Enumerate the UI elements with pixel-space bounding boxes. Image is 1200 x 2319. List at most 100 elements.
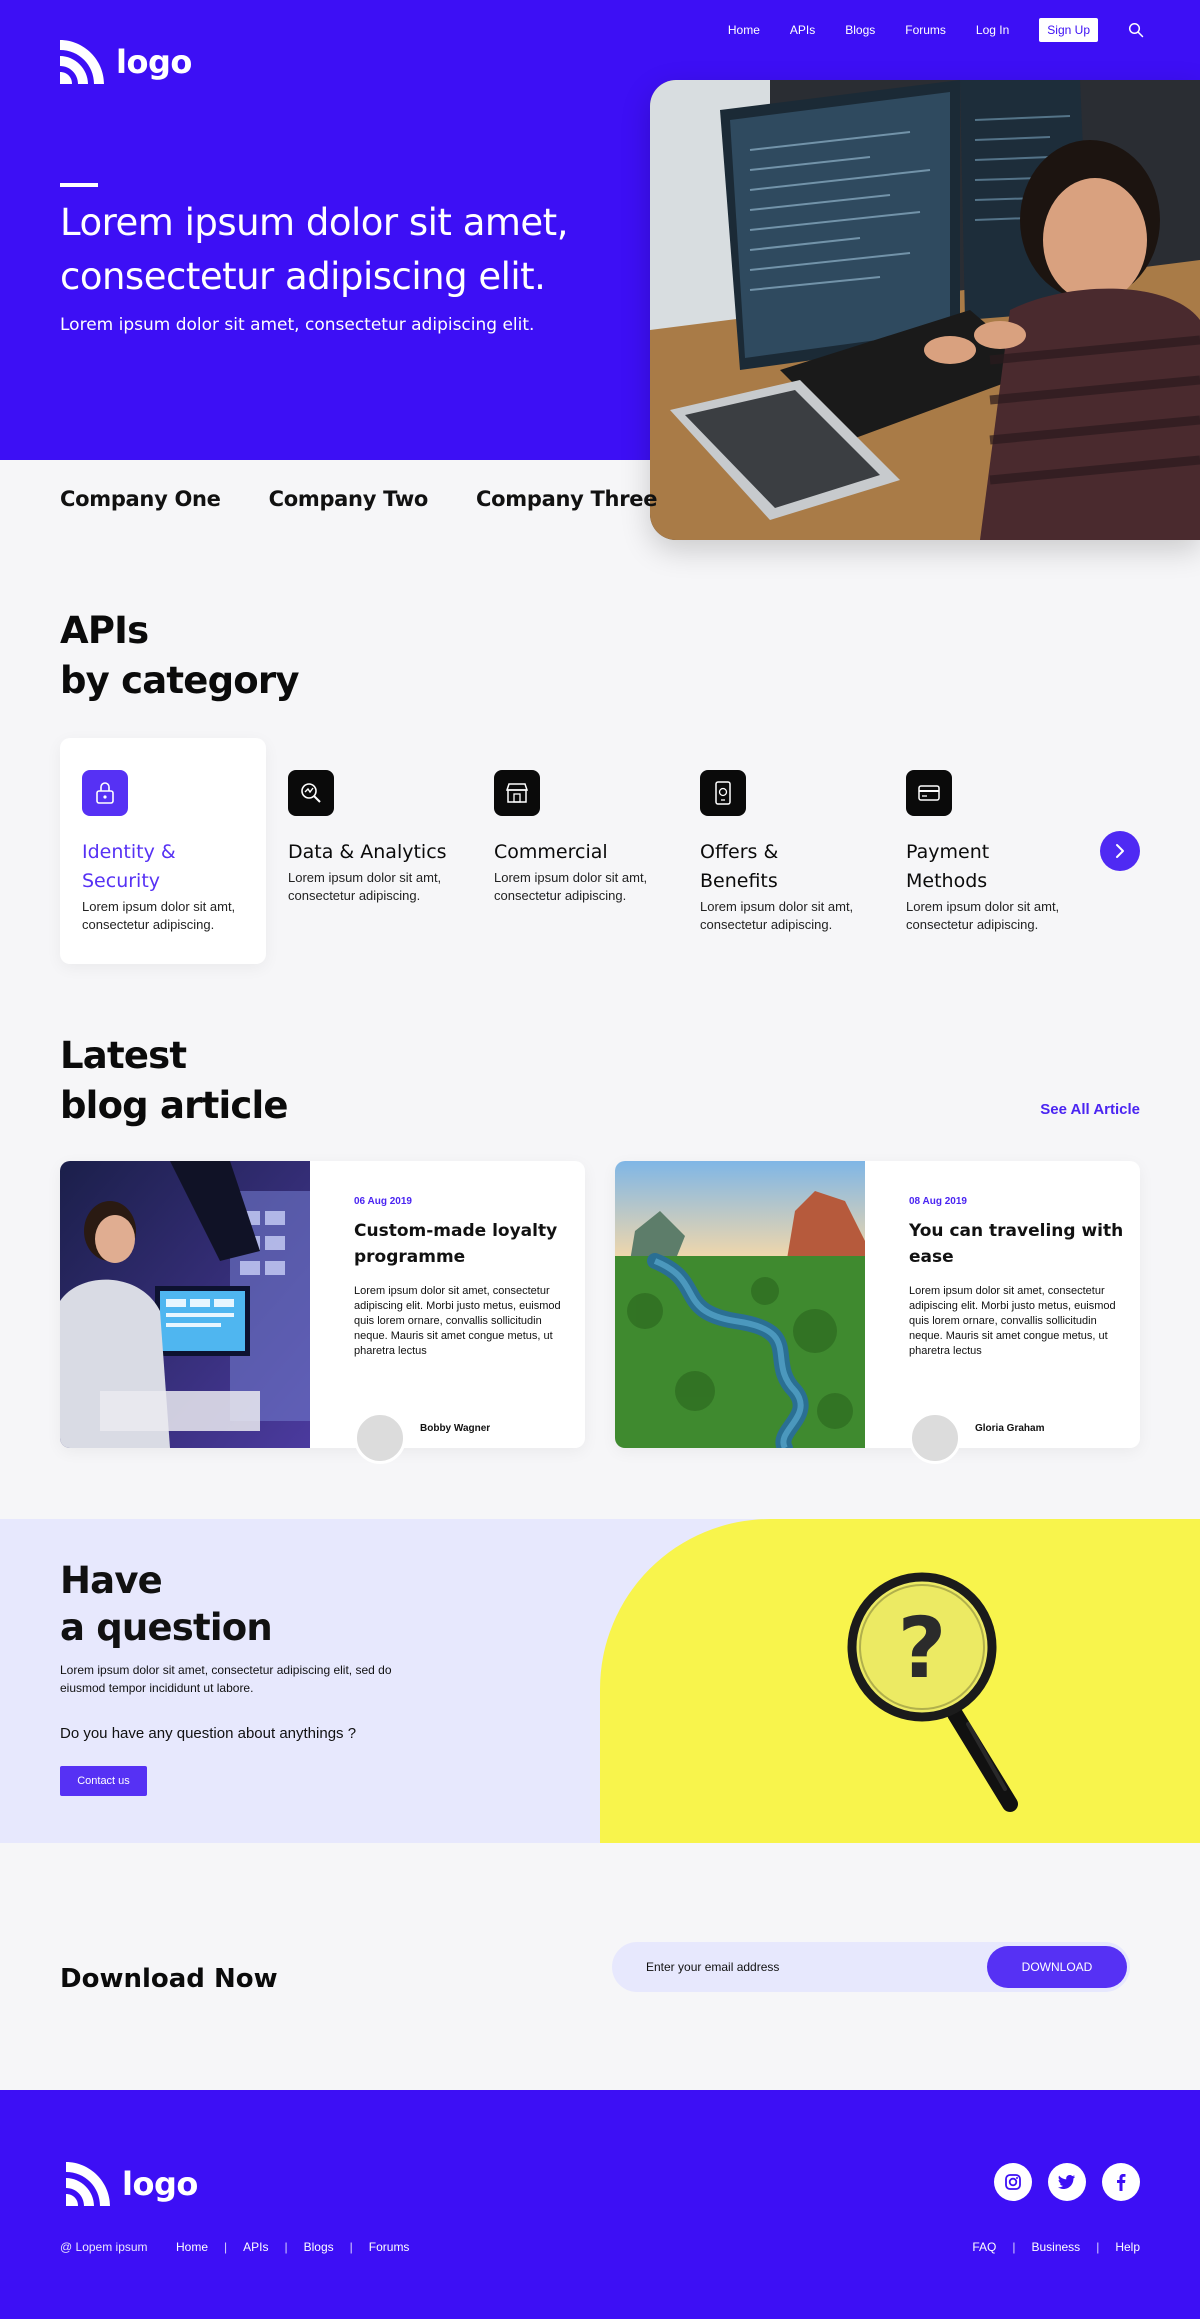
footer-link-faq[interactable]: FAQ xyxy=(972,2240,996,2254)
category-data-analytics[interactable]: Data & Analytics Lorem ipsum dolor sit a… xyxy=(266,738,472,964)
download-title-bold: Download xyxy=(60,1964,205,1994)
blog-section-title: Latest blog article xyxy=(60,1031,288,1131)
blog-author: Gloria Graham xyxy=(975,1423,1045,1434)
blog-card-2[interactable]: 08 Aug 2019 You can traveling with ease … xyxy=(615,1161,1140,1464)
nav-forums[interactable]: Forums xyxy=(905,23,946,37)
footer-nav-right: FAQ | Business | Help xyxy=(972,2240,1140,2254)
lock-icon xyxy=(82,770,128,816)
blog-date: 08 Aug 2019 xyxy=(909,1196,967,1207)
blog-title[interactable]: You can traveling with ease xyxy=(909,1218,1129,1270)
category-desc: Lorem ipsum dolor sit amt, consectetur a… xyxy=(82,899,236,932)
credit-card-icon xyxy=(906,770,952,816)
category-offers-benefits[interactable]: Offers & Benefits Lorem ipsum dolor sit … xyxy=(678,738,884,964)
category-name: Data & Analytics xyxy=(288,841,447,863)
category-carousel: Identity & Security Lorem ipsum dolor si… xyxy=(60,738,1140,964)
company-one: Company One xyxy=(60,487,221,511)
search-icon[interactable] xyxy=(1128,22,1144,38)
download-title-rest: Now xyxy=(204,1964,278,1994)
nav-home[interactable]: Home xyxy=(728,23,760,37)
category-desc: Lorem ipsum dolor sit amt, consectetur a… xyxy=(494,870,648,903)
nav-login[interactable]: Log In xyxy=(976,23,1009,37)
divider: | xyxy=(1096,2240,1100,2254)
nav-apis[interactable]: APIs xyxy=(790,23,815,37)
social-links xyxy=(994,2163,1140,2201)
question-title-line1: Have xyxy=(60,1559,163,1602)
footer-nav-left: Home | APIs | Blogs | Forums xyxy=(176,2240,409,2254)
hero-title: Lorem ipsum dolor sit amet, consectetur … xyxy=(60,201,568,298)
category-desc: Lorem ipsum dolor sit amt, consectetur a… xyxy=(906,899,1060,932)
footer: logo @ Lopem ipsum Home | APIs | Blogs | Fo… xyxy=(0,2090,1200,2319)
twitter-icon[interactable] xyxy=(1048,2163,1086,2201)
category-identity-security[interactable]: Identity & Security Lorem ipsum dolor si… xyxy=(60,738,266,964)
avatar xyxy=(354,1412,406,1464)
logo-mark-icon xyxy=(60,40,104,84)
blog-date: 06 Aug 2019 xyxy=(354,1196,412,1207)
question-mark-icon: ? xyxy=(898,1599,947,1697)
blog-image-developer xyxy=(60,1161,310,1448)
category-commercial[interactable]: Commercial Lorem ipsum dolor sit amt, co… xyxy=(472,738,678,964)
footer-link-blogs[interactable]: Blogs xyxy=(304,2240,334,2254)
blog-excerpt: Lorem ipsum dolor sit amet, consectetur … xyxy=(909,1285,1116,1357)
category-name: Identity & Security xyxy=(82,841,176,892)
blog-title-line1: Latest xyxy=(60,1034,187,1077)
blog-title-line2: blog article xyxy=(60,1084,288,1127)
category-desc: Lorem ipsum dolor sit amt, consectetur a… xyxy=(288,870,442,903)
hero-subtitle: Lorem ipsum dolor sit amet, consectetur … xyxy=(60,315,535,335)
blog-card-1[interactable]: 06 Aug 2019 Custom-made loyalty programm… xyxy=(60,1161,585,1464)
category-desc: Lorem ipsum dolor sit amt, consectetur a… xyxy=(700,899,854,932)
category-name: Commercial xyxy=(494,841,608,863)
email-field[interactable] xyxy=(646,1942,946,1992)
footer-link-help[interactable]: Help xyxy=(1115,2240,1140,2254)
download-title: Download Now xyxy=(60,1964,278,1994)
see-all-articles-link[interactable]: See All Article xyxy=(1040,1101,1140,1118)
copyright: @ Lopem ipsum xyxy=(60,2240,148,2254)
blog-image-river xyxy=(615,1161,865,1448)
divider: | xyxy=(1012,2240,1016,2254)
footer-logo[interactable]: logo xyxy=(66,2162,198,2206)
instagram-icon[interactable] xyxy=(994,2163,1032,2201)
divider: | xyxy=(224,2240,228,2254)
apis-title-line2: by category xyxy=(60,659,299,702)
blog-author: Bobby Wagner xyxy=(420,1423,491,1434)
question-title-line2: a question xyxy=(60,1606,273,1649)
mobile-offer-icon xyxy=(700,770,746,816)
nav-blogs[interactable]: Blogs xyxy=(845,23,875,37)
footer-link-business[interactable]: Business xyxy=(1031,2240,1080,2254)
developer-workstation-image xyxy=(650,80,1200,540)
category-name: Offers & Benefits xyxy=(700,841,779,892)
logo-mark-icon xyxy=(66,2162,110,2206)
question-prompt: Do you have any question about anythings… xyxy=(60,1725,357,1742)
apis-title-line1: APIs xyxy=(60,609,149,652)
footer-link-forums[interactable]: Forums xyxy=(369,2240,410,2254)
hero-accent-line xyxy=(60,183,98,187)
contact-us-button[interactable]: Contact us xyxy=(60,1766,147,1796)
question-desc: Lorem ipsum dolor sit amet, consectetur … xyxy=(60,1663,392,1695)
divider: | xyxy=(349,2240,353,2254)
store-icon xyxy=(494,770,540,816)
company-three: Company Three xyxy=(476,487,658,511)
download-button[interactable]: DOWNLOAD xyxy=(987,1946,1127,1988)
apis-section-title: APIs by category xyxy=(60,606,299,706)
blog-title[interactable]: Custom-made loyalty programme xyxy=(354,1218,574,1270)
carousel-next-button[interactable] xyxy=(1100,831,1140,871)
facebook-icon[interactable] xyxy=(1102,2163,1140,2201)
chevron-right-icon xyxy=(1116,844,1124,858)
question-section: Have a question Lorem ipsum dolor sit am… xyxy=(0,1519,1200,1843)
logo[interactable]: logo xyxy=(60,40,192,84)
logo-text: logo xyxy=(116,43,192,81)
hero-image xyxy=(650,80,1200,540)
magnifier-image: ? xyxy=(600,1519,1200,1843)
blog-excerpt: Lorem ipsum dolor sit amet, consectetur … xyxy=(354,1285,561,1357)
company-two: Company Two xyxy=(268,487,429,511)
top-nav: Home APIs Blogs Forums Log In Sign Up xyxy=(728,18,1144,42)
signup-button[interactable]: Sign Up xyxy=(1039,18,1098,42)
category-payment-methods[interactable]: Payment Methods Lorem ipsum dolor sit am… xyxy=(884,738,1090,964)
divider: | xyxy=(284,2240,288,2254)
footer-link-apis[interactable]: APIs xyxy=(243,2240,268,2254)
footer-link-home[interactable]: Home xyxy=(176,2240,208,2254)
download-form: DOWNLOAD xyxy=(612,1942,1130,1992)
logo-text: logo xyxy=(122,2165,198,2203)
analytics-icon xyxy=(288,770,334,816)
company-logos: Company One Company Two Company Three xyxy=(60,487,657,511)
category-name: Payment Methods xyxy=(906,841,990,892)
